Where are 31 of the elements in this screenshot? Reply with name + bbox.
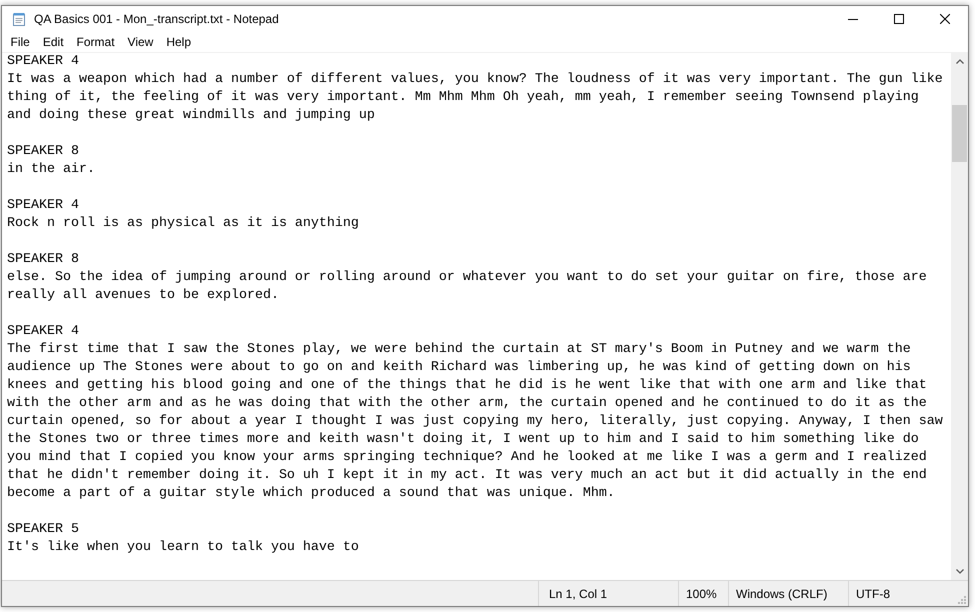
resize-grip-icon: [958, 596, 966, 604]
speaker-label: SPEAKER 5: [7, 521, 79, 539]
transcript-paragraph: It was a weapon which had a number of different values, you know? The loudness of it was very important. The gun like thing of it, the feeling of it was very important. Mm Mhm Mhm Oh yeah, mm yeah, I remember seeing Townsend playing and doing these great windmills and jumping up: [7, 71, 944, 125]
maximize-icon: [894, 14, 904, 24]
menu-item[interactable]: Help: [160, 32, 198, 52]
cursor-position: Ln 1, Col 1: [549, 586, 608, 602]
scrollbar-thumb[interactable]: [952, 105, 967, 162]
zoom-level: 100%: [686, 586, 717, 602]
speaker-label: SPEAKER 4: [7, 323, 79, 341]
encoding: UTF-8: [856, 586, 890, 602]
notepad-icon: [12, 12, 26, 26]
menu-item[interactable]: View: [121, 32, 160, 52]
menu-item[interactable]: Edit: [36, 32, 70, 52]
transcript-paragraph: It's like when you learn to talk you have to: [7, 539, 360, 557]
close-icon: [940, 14, 950, 24]
transcript-paragraph: else. So the idea of jumping around or rolling around or whatever you want to do set your guitar on fire, those are really all avenues to be explored.: [7, 269, 928, 305]
line-ending: Windows (CRLF): [736, 586, 828, 602]
menu-item[interactable]: File: [4, 32, 36, 52]
menu-item[interactable]: Format: [70, 32, 122, 52]
transcript-paragraph: Rock n roll is as physical as it is anything: [7, 215, 360, 233]
speaker-label: SPEAKER 4: [7, 197, 79, 215]
chevron-down-icon: [956, 569, 964, 574]
speaker-label: SPEAKER 4: [7, 53, 79, 71]
speaker-label: SPEAKER 8: [7, 143, 79, 161]
vertical-scrollbar[interactable]: [951, 53, 968, 580]
window-title: QA Basics 001 - Mon_-transcript.txt - Notepad: [34, 11, 279, 28]
speaker-label: SPEAKER 8: [7, 251, 79, 269]
transcript-paragraph: The first time that I saw the Stones play, we were behind the curtain at ST mary's Boom in Putney and we warm the audience up The Stones were about to go on and keith Richard was limbering up, he was kind of getting down on his knees and getting his blood going and one of the things that he did is he went like that with one arm and like that with the other arm and as he was doing that with the other arm, the curtain opened and he continued to do it as the curtain opened, so for about a year I thought I was just copying my hero, literally, just copying. Anyway, I then saw the Stones two or three times more and keith wasn't doing it, I went up to him and I said to him something like do you mind that I copied you know your arms springing technique? And he looked at me like I was a germ and I realized that he didn't remember doing it. So uh I kept it in my act. It was very much an act but it did actually in the end become a part of a guitar style which produced a sound that was unique. Mhm.: [7, 341, 944, 503]
chevron-up-icon: [956, 59, 964, 64]
transcript-paragraph: in the air.: [7, 161, 96, 179]
minimize-icon: [848, 18, 858, 20]
